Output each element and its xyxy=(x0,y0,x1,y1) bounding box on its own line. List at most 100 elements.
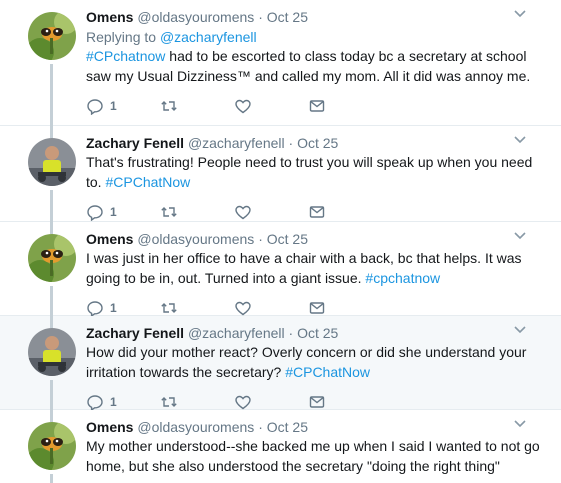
tweet[interactable]: Zachary Fenell @zacharyfenell · Oct 25 H… xyxy=(0,316,561,411)
direct-message-button[interactable] xyxy=(308,203,382,221)
chevron-down-icon[interactable] xyxy=(513,6,527,20)
author-name[interactable]: Zachary Fenell xyxy=(86,325,184,341)
like-button[interactable] xyxy=(234,203,308,221)
chevron-down-icon[interactable] xyxy=(513,322,527,336)
conversation-thread: Omens @oldasyouromens · Oct 25 Replying … xyxy=(0,0,561,483)
tweet-timestamp[interactable]: Oct 25 xyxy=(297,135,338,151)
tweet-actions: 1 xyxy=(86,298,547,318)
envelope-icon xyxy=(309,206,325,218)
avatar-zachary-image xyxy=(28,328,76,376)
thread-line xyxy=(50,286,53,316)
separator-dot: · xyxy=(258,419,263,435)
thread-line xyxy=(50,190,53,222)
tweet[interactable]: Omens @oldasyouromens · Oct 25 My mother… xyxy=(0,410,561,483)
retweet-icon xyxy=(161,303,177,313)
retweet-icon xyxy=(161,397,177,407)
thread-line xyxy=(50,222,53,234)
like-button[interactable] xyxy=(234,97,308,115)
retweet-button[interactable] xyxy=(160,393,234,411)
separator-dot: · xyxy=(288,325,294,341)
heart-icon xyxy=(235,301,251,316)
separator-dot: · xyxy=(258,9,263,25)
author-handle[interactable]: @zacharyfenell xyxy=(188,325,285,341)
hashtag-link[interactable]: #CPChatNow xyxy=(285,364,370,380)
replying-to-label: Replying to xyxy=(86,29,160,45)
reply-button[interactable]: 1 xyxy=(86,97,160,115)
thread-line xyxy=(50,474,53,483)
tweet-actions: 1 xyxy=(86,202,547,222)
direct-message-button[interactable] xyxy=(308,393,382,411)
retweet-button[interactable] xyxy=(160,97,234,115)
envelope-icon xyxy=(309,100,325,112)
tweet-text: How did your mother react? Overly concer… xyxy=(86,343,547,382)
author-handle[interactable]: @oldasyouromens xyxy=(137,419,254,435)
thread-line xyxy=(50,410,53,422)
heart-icon xyxy=(235,205,251,220)
avatar-omens-image xyxy=(28,12,76,60)
tweet-text: #CPchatnow had to be escorted to class t… xyxy=(86,47,547,86)
tweet-timestamp[interactable]: Oct 25 xyxy=(267,231,308,247)
avatar[interactable] xyxy=(28,138,76,186)
thread-line xyxy=(50,64,53,126)
avatar[interactable] xyxy=(28,328,76,376)
chevron-down-icon[interactable] xyxy=(513,416,527,430)
tweet-text: I was just in her office to have a chair… xyxy=(86,249,547,288)
replying-to-link[interactable]: @zacharyfenell xyxy=(160,29,257,45)
direct-message-button[interactable] xyxy=(308,97,382,115)
avatar[interactable] xyxy=(28,12,76,60)
retweet-icon xyxy=(161,207,177,217)
hashtag-link[interactable]: #CPchatnow xyxy=(86,48,165,64)
reply-count: 1 xyxy=(110,205,117,219)
tweet-body: I was just in her office to have a chair… xyxy=(86,250,522,286)
author-name[interactable]: Omens xyxy=(86,419,133,435)
hashtag-link[interactable]: #cpchatnow xyxy=(365,270,440,286)
tweet-text: That's frustrating! People need to trust… xyxy=(86,153,547,192)
tweet-timestamp[interactable]: Oct 25 xyxy=(267,9,308,25)
direct-message-button[interactable] xyxy=(308,299,382,317)
reply-icon xyxy=(87,301,103,317)
author-handle[interactable]: @oldasyouromens xyxy=(137,231,254,247)
retweet-icon xyxy=(161,101,177,111)
heart-icon xyxy=(235,99,251,114)
tweet[interactable]: Omens @oldasyouromens · Oct 25 Replying … xyxy=(0,0,561,126)
chevron-down-icon[interactable] xyxy=(513,228,527,242)
avatar-omens-image xyxy=(28,422,76,470)
thread-line xyxy=(50,126,53,138)
reply-button[interactable]: 1 xyxy=(86,299,160,317)
author-name[interactable]: Omens xyxy=(86,231,133,247)
author-handle[interactable]: @zacharyfenell xyxy=(188,135,285,151)
avatar-omens-image xyxy=(28,234,76,282)
envelope-icon xyxy=(309,302,325,314)
reply-button[interactable]: 1 xyxy=(86,393,160,411)
tweet-actions: 1 xyxy=(86,96,547,116)
reply-button[interactable]: 1 xyxy=(86,203,160,221)
separator-dot: · xyxy=(288,135,294,151)
author-name[interactable]: Omens xyxy=(86,9,133,25)
author-handle[interactable]: @oldasyouromens xyxy=(137,9,254,25)
author-name[interactable]: Zachary Fenell xyxy=(86,135,184,151)
retweet-button[interactable] xyxy=(160,203,234,221)
tweet-timestamp[interactable]: Oct 25 xyxy=(297,325,338,341)
thread-line xyxy=(50,380,53,410)
avatar[interactable] xyxy=(28,234,76,282)
hashtag-link[interactable]: #CPChatNow xyxy=(105,174,190,190)
reply-icon xyxy=(87,205,103,221)
tweet[interactable]: Omens @oldasyouromens · Oct 25 I was jus… xyxy=(0,222,561,318)
separator-dot: · xyxy=(258,231,263,247)
avatar[interactable] xyxy=(28,422,76,470)
like-button[interactable] xyxy=(234,299,308,317)
reply-icon xyxy=(87,395,103,411)
reply-icon xyxy=(87,99,103,115)
reply-count: 1 xyxy=(110,395,117,409)
envelope-icon xyxy=(309,396,325,408)
chevron-down-icon[interactable] xyxy=(513,132,527,146)
replying-to-line: Replying to @zacharyfenell xyxy=(86,28,547,46)
tweet[interactable]: Zachary Fenell @zacharyfenell · Oct 25 T… xyxy=(0,126,561,222)
thread-line xyxy=(50,316,53,328)
tweet-timestamp[interactable]: Oct 25 xyxy=(267,419,308,435)
reply-count: 1 xyxy=(110,301,117,315)
like-button[interactable] xyxy=(234,393,308,411)
tweet-body: My mother understood--she backed me up w… xyxy=(86,438,540,474)
retweet-button[interactable] xyxy=(160,299,234,317)
heart-icon xyxy=(235,395,251,410)
